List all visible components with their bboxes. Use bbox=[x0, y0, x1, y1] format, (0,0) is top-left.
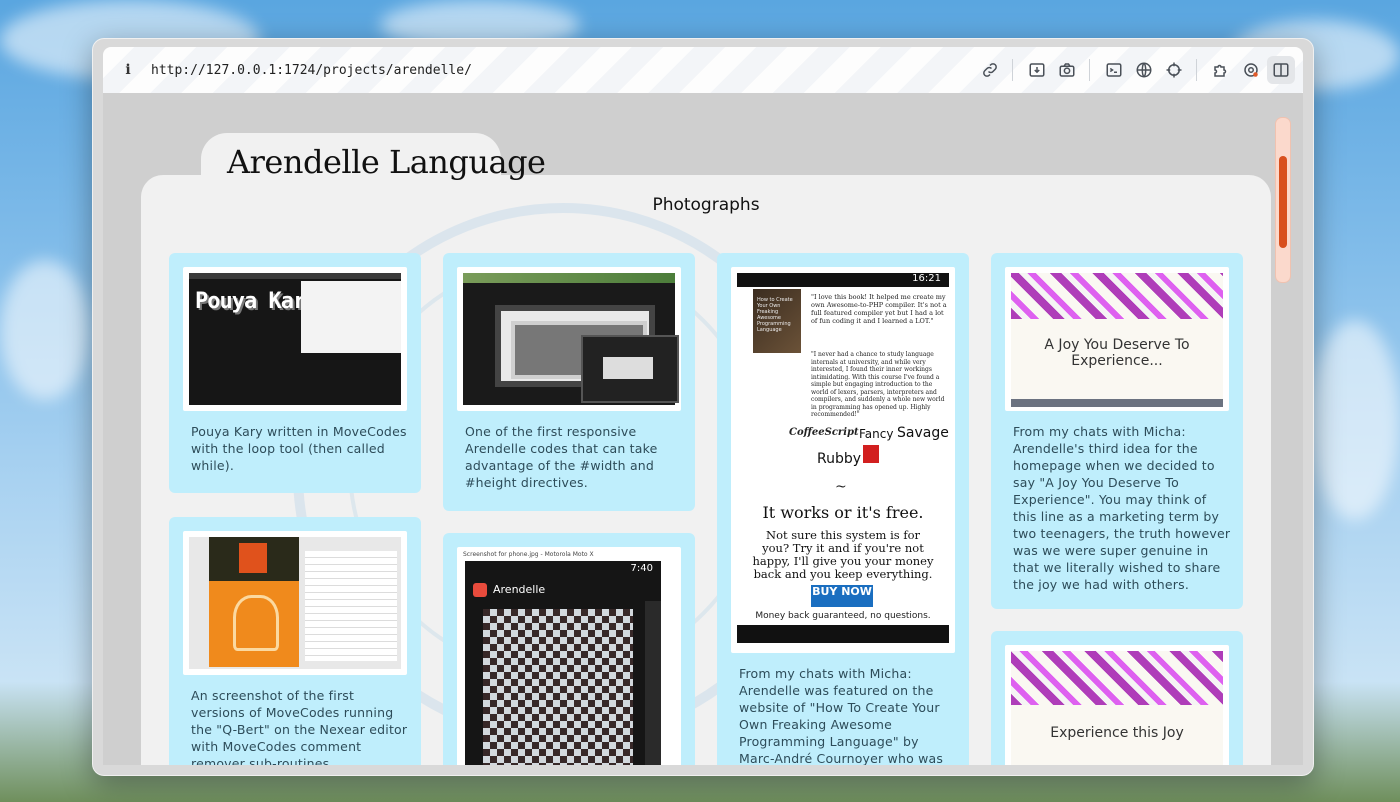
toolbar-separator bbox=[1196, 59, 1197, 81]
buy-now-button[interactable]: BUY NOW bbox=[811, 585, 873, 607]
photo-card[interactable]: 16:21 How to Create Your Own Freaking Aw… bbox=[717, 253, 969, 765]
info-icon[interactable]: i bbox=[117, 62, 139, 78]
split-view-icon[interactable] bbox=[1267, 56, 1295, 84]
phone-status-bar: 16:21 bbox=[737, 273, 949, 287]
url-bar[interactable]: http://127.0.0.1:1724/projects/arendelle… bbox=[151, 63, 974, 78]
cloud bbox=[0, 260, 90, 400]
photo-card[interactable]: Pouya Kary Pouya Kary written in MoveCod… bbox=[169, 253, 421, 493]
photo-card[interactable]: An screenshot of the first versions of M… bbox=[169, 517, 421, 765]
photo-text: Pouya Kary bbox=[195, 289, 318, 314]
photo-joy-homepage[interactable]: A Joy You Deserve To Experience... bbox=[1005, 267, 1229, 411]
extension-icon[interactable] bbox=[1207, 56, 1235, 84]
browser-window: i http://127.0.0.1:1724/projects/arendel… bbox=[92, 38, 1314, 776]
swirl-icon: ~ bbox=[835, 479, 847, 495]
photo-phone-app[interactable]: Screenshot for phone.jpg - Motorola Moto… bbox=[457, 547, 681, 765]
toolbar-separator bbox=[1089, 59, 1090, 81]
qbert-sprite-icon bbox=[239, 543, 267, 573]
photo-experience-joy[interactable]: Experience this Joy bbox=[1005, 645, 1229, 765]
card-caption: One of the first responsive Arendelle co… bbox=[465, 424, 658, 490]
page-title: Arendelle Language bbox=[227, 143, 546, 181]
book-cover: How to Create Your Own Freaking Awesome … bbox=[753, 289, 801, 353]
photo-card[interactable]: Screenshot for phone.jpg - Motorola Moto… bbox=[443, 533, 695, 765]
toolbar-separator bbox=[1012, 59, 1013, 81]
photo-qbert[interactable] bbox=[183, 531, 407, 675]
scrollbar[interactable] bbox=[1275, 117, 1291, 283]
photo-pouya-kary[interactable]: Pouya Kary bbox=[183, 267, 407, 411]
pixel-noise bbox=[483, 609, 633, 765]
photo-book-website[interactable]: 16:21 How to Create Your Own Freaking Aw… bbox=[731, 267, 955, 653]
terminal-icon[interactable] bbox=[1100, 56, 1128, 84]
card-caption: From my chats with Micha: Arendelle's th… bbox=[1013, 424, 1231, 592]
toolbar-icons bbox=[974, 56, 1295, 84]
photo-card[interactable]: Experience this Joy bbox=[991, 631, 1243, 765]
link-icon[interactable] bbox=[976, 56, 1004, 84]
shield-icon[interactable] bbox=[1237, 56, 1265, 84]
rubby-bird-icon bbox=[863, 445, 879, 463]
phone-nav-bar bbox=[737, 625, 949, 643]
download-icon[interactable] bbox=[1023, 56, 1051, 84]
photo-card[interactable]: A Joy You Deserve To Experience... From … bbox=[991, 253, 1243, 609]
scroll-thumb[interactable] bbox=[1279, 156, 1287, 248]
app-icon bbox=[473, 583, 487, 597]
browser-toolbar: i http://127.0.0.1:1724/projects/arendel… bbox=[103, 47, 1303, 93]
crosshair-icon[interactable] bbox=[1160, 56, 1188, 84]
photo-card[interactable]: One of the first responsive Arendelle co… bbox=[443, 253, 695, 511]
cloud bbox=[1310, 320, 1400, 520]
section-title: Photographs bbox=[652, 195, 760, 215]
camera-icon[interactable] bbox=[1053, 56, 1081, 84]
page-content: Arendelle Language Photographs Pouya Kar… bbox=[103, 93, 1303, 765]
card-caption: An screenshot of the first versions of M… bbox=[191, 688, 408, 765]
globe-icon[interactable] bbox=[1130, 56, 1158, 84]
photo-responsive-code[interactable] bbox=[457, 267, 681, 411]
card-caption: From my chats with Micha: Arendelle was … bbox=[739, 666, 944, 765]
card-caption: Pouya Kary written in MoveCodes with the… bbox=[191, 424, 407, 473]
